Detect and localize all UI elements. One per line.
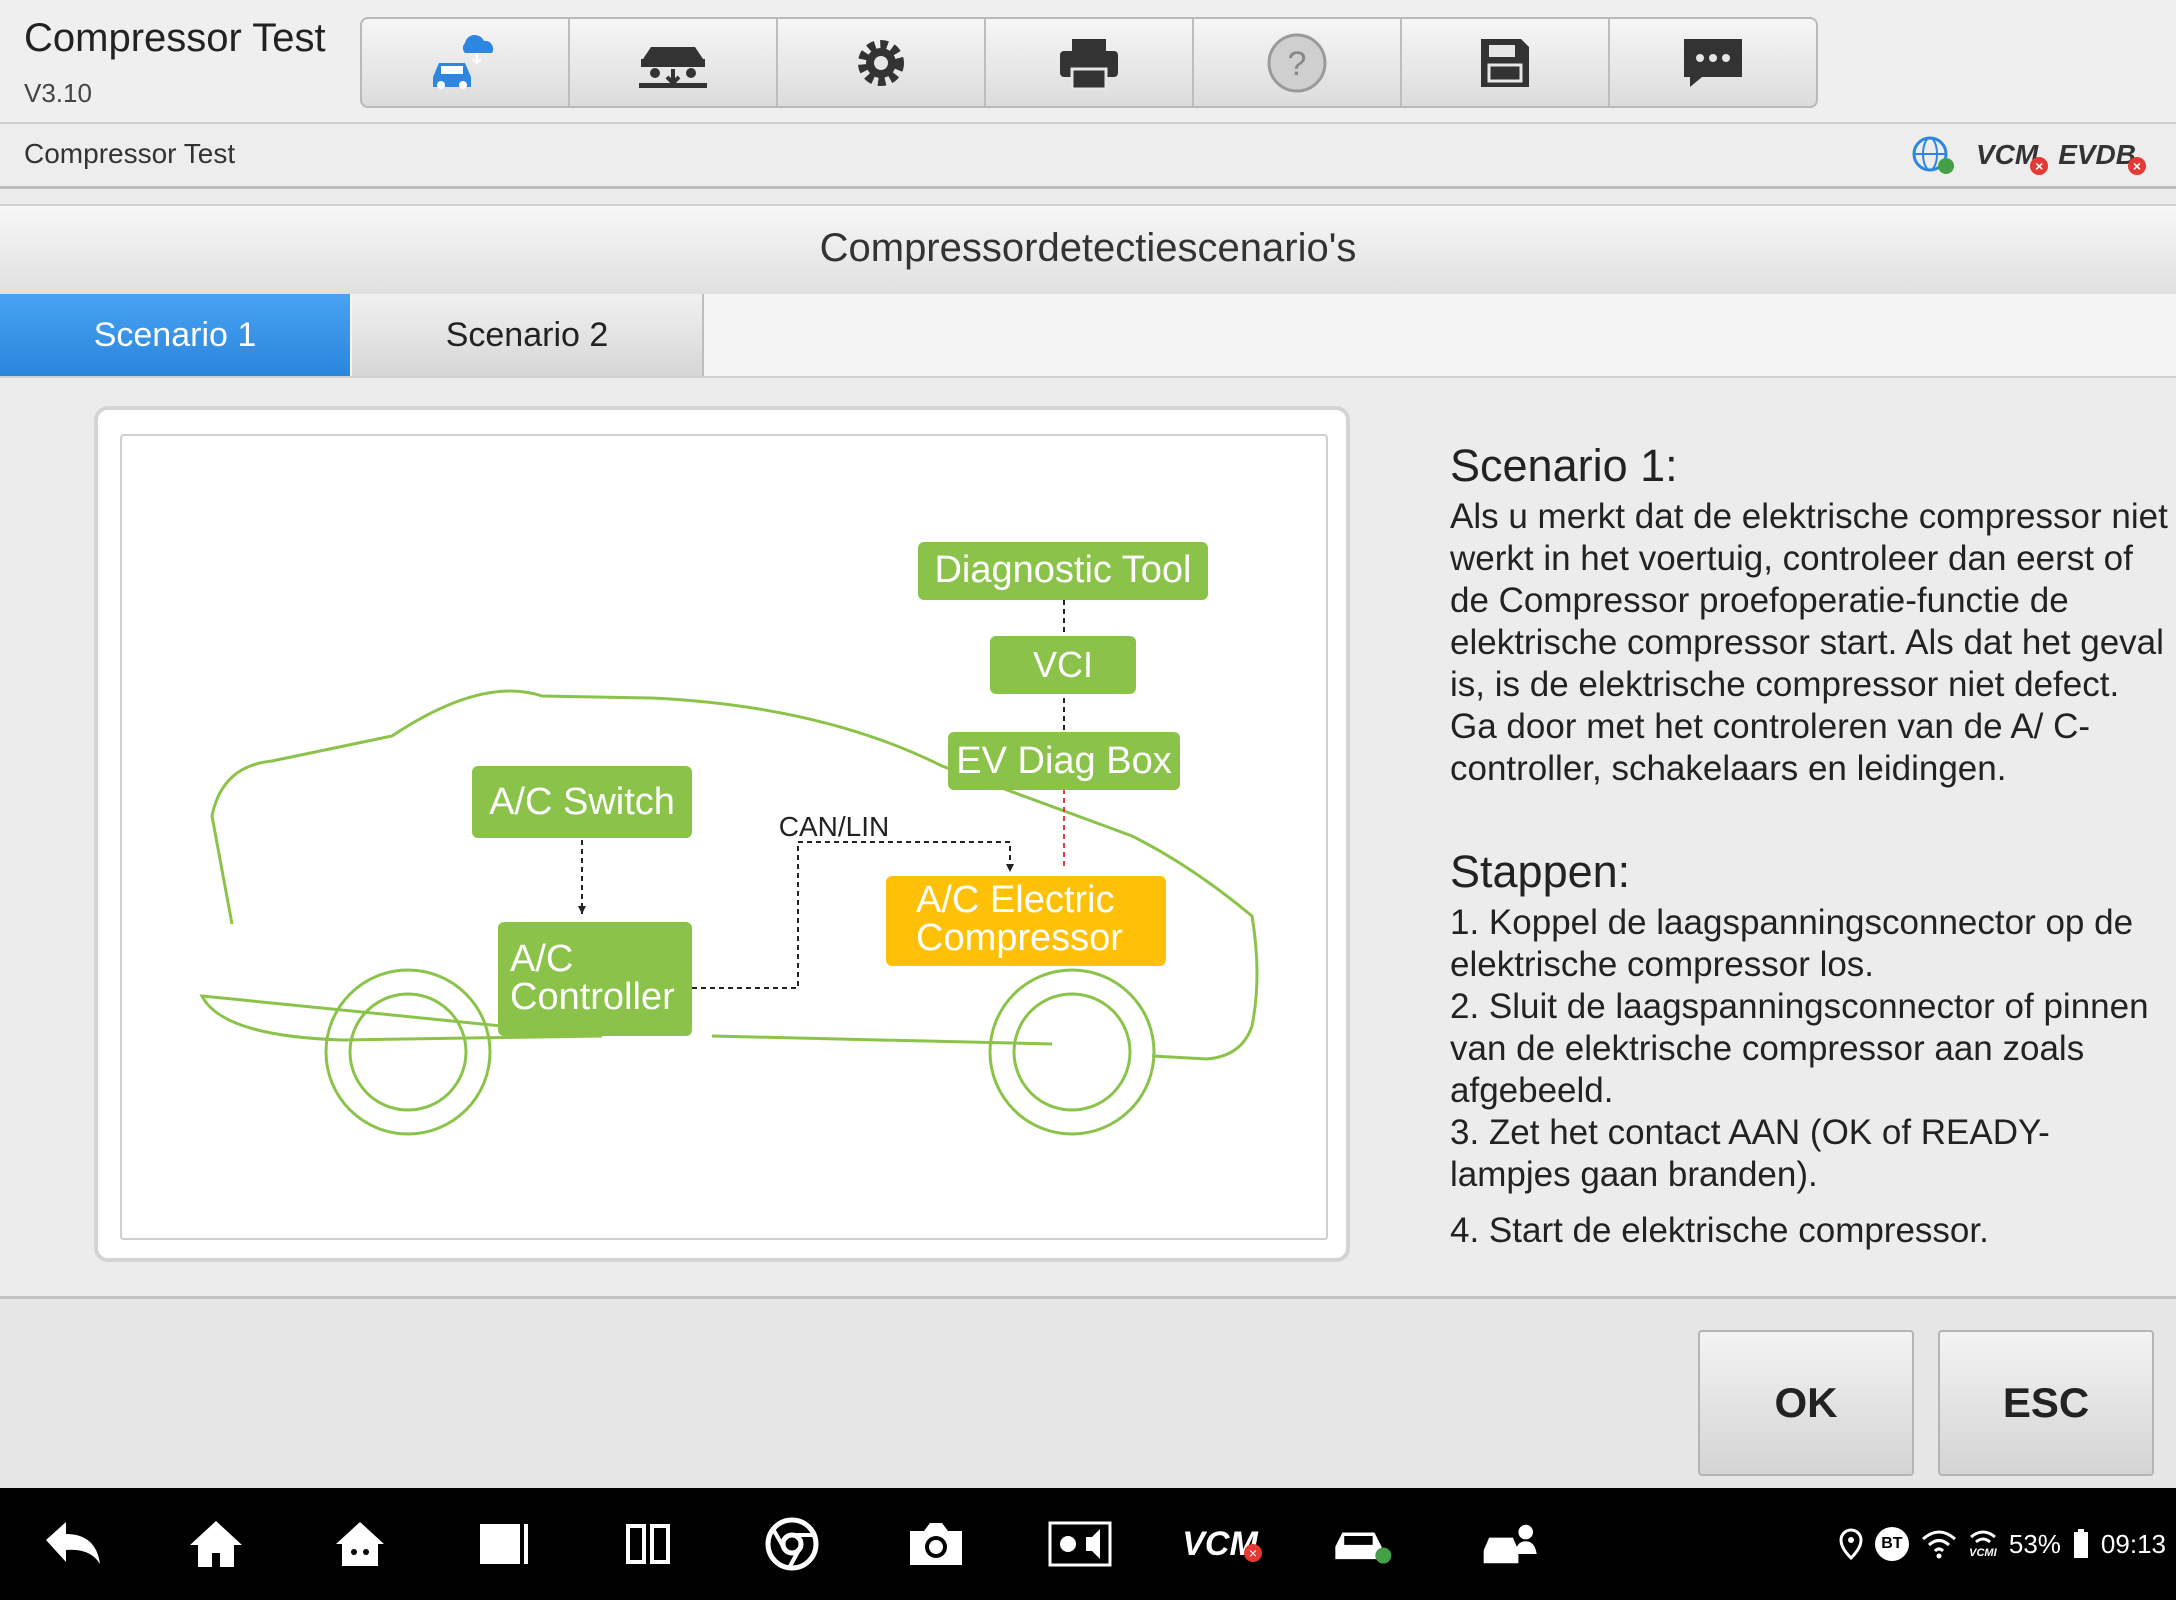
step-item: 1. Koppel de laagspanningsconnector op d… (1450, 903, 2134, 984)
split-screen-button[interactable] (616, 1512, 680, 1576)
evdb-status-label: EVDB (2058, 139, 2136, 170)
can-lin-label: CAN/LIN (779, 811, 889, 842)
recents-icon (480, 1524, 528, 1564)
breadcrumb-bar (0, 124, 2176, 189)
evdb-status: EVDB × (2058, 139, 2146, 175)
step-item: 2. Sluit de laagspanningsconnector of pi… (1450, 987, 2149, 1110)
browser-button[interactable] (760, 1512, 824, 1576)
svg-text:?: ? (1288, 45, 1307, 83)
scenario-description: Scenario 1: Als u merkt dat de elektrisc… (1450, 440, 2170, 1252)
connection-diagram: Diagnostic Tool VCI EV Diag Box A/C Swit… (199, 542, 1259, 1136)
ev-diag-box-label: EV Diag Box (956, 740, 1171, 782)
vcmi-wifi-indicator: VCMI (1969, 1529, 1997, 1559)
ac-compressor-label-2: Compressor (916, 917, 1123, 959)
ac-controller-label-1: A/C (510, 938, 573, 980)
app-title: Compressor Test (24, 16, 326, 60)
ok-button[interactable]: OK (1698, 1330, 1914, 1476)
android-home-icon (336, 1522, 384, 1566)
ac-controller-label-2: Controller (510, 976, 675, 1018)
settings-button[interactable] (778, 19, 986, 106)
diagnostic-tool-label: Diagnostic Tool (934, 549, 1191, 591)
car-lift-button[interactable] (570, 19, 778, 106)
location-icon (1839, 1528, 1863, 1560)
remote-support-button[interactable] (1480, 1512, 1544, 1576)
chat-icon (1684, 38, 1742, 87)
split-screen-icon (626, 1524, 670, 1564)
connection-status: VCM × EVDB × (1910, 134, 2146, 176)
back-icon (46, 1522, 100, 1564)
battery-percent: 53% (2008, 1528, 2061, 1559)
save-icon (1481, 38, 1529, 87)
recent-apps-button[interactable] (472, 1512, 536, 1576)
gear-icon (858, 39, 904, 86)
vci-label: VCI (1033, 644, 1093, 685)
camera-button[interactable] (904, 1512, 968, 1576)
car-lift-icon (639, 46, 707, 88)
printer-icon (1060, 38, 1118, 90)
tab-scenario-2[interactable]: Scenario 2 (352, 294, 704, 376)
feedback-button[interactable] (1610, 19, 1816, 106)
help-icon: ? (1267, 33, 1327, 92)
app-version: V3.10 (24, 78, 92, 108)
scenario-heading: Scenario 1: (1450, 440, 1678, 491)
vcm-status-label: VCM (1975, 139, 2039, 170)
home-vehicle-button[interactable] (362, 19, 570, 106)
back-button[interactable] (40, 1512, 104, 1576)
car-person-icon (1483, 1524, 1537, 1564)
esc-button[interactable]: ESC (1938, 1330, 2154, 1476)
step-item: 4. Start de elektrische compressor. (1450, 1211, 1989, 1250)
disconnected-icon: × (1244, 1544, 1262, 1562)
ac-compressor-label-1: A/C Electric (916, 879, 1114, 921)
system-status: BT VCMI 53% 09:13 (1839, 1512, 2166, 1576)
brightness-volume-button[interactable] (1048, 1512, 1112, 1576)
step-item: 3. Zet het contact AAN (OK of READY-lamp… (1450, 1113, 2050, 1194)
tab-scenario-1[interactable]: Scenario 1 (0, 294, 350, 376)
ac-switch-label: A/C Switch (489, 781, 675, 823)
wifi-icon (1921, 1530, 1956, 1559)
clock: 09:13 (2100, 1528, 2166, 1559)
vehicle-status-button[interactable] (1330, 1512, 1394, 1576)
battery-icon (2073, 1529, 2088, 1558)
save-button[interactable] (1402, 19, 1610, 106)
home-button[interactable] (184, 1512, 248, 1576)
car-cloud-icon (433, 34, 494, 89)
toolbar: ? (360, 17, 1818, 108)
vcmi-label: VCMI (1969, 1547, 1997, 1559)
vcm-status: VCM × (1975, 139, 2049, 175)
print-button[interactable] (986, 19, 1194, 106)
globe-icon (1912, 136, 1954, 174)
vcm-shortcut[interactable]: VCM × (1176, 1512, 1264, 1576)
breadcrumb: Compressor Test (24, 138, 236, 169)
android-home-button[interactable] (328, 1512, 392, 1576)
bluetooth-icon: BT (1874, 1527, 1909, 1561)
brightness-volume-icon (1048, 1521, 1112, 1567)
vcmi-wifi-icon (1969, 1530, 1996, 1544)
camera-icon (910, 1523, 962, 1565)
chrome-icon (765, 1517, 819, 1571)
disconnected-icon: × (2030, 157, 2049, 175)
section-title: Compressordetectiescenario's (819, 226, 1357, 270)
home-icon (190, 1521, 242, 1567)
help-button[interactable]: ? (1194, 19, 1402, 106)
car-connected-icon (1335, 1532, 1392, 1564)
disconnected-icon: × (2128, 157, 2146, 175)
scenario-body: Als u merkt dat de elektrische compresso… (1450, 497, 2168, 788)
steps-heading: Stappen: (1450, 846, 1631, 897)
